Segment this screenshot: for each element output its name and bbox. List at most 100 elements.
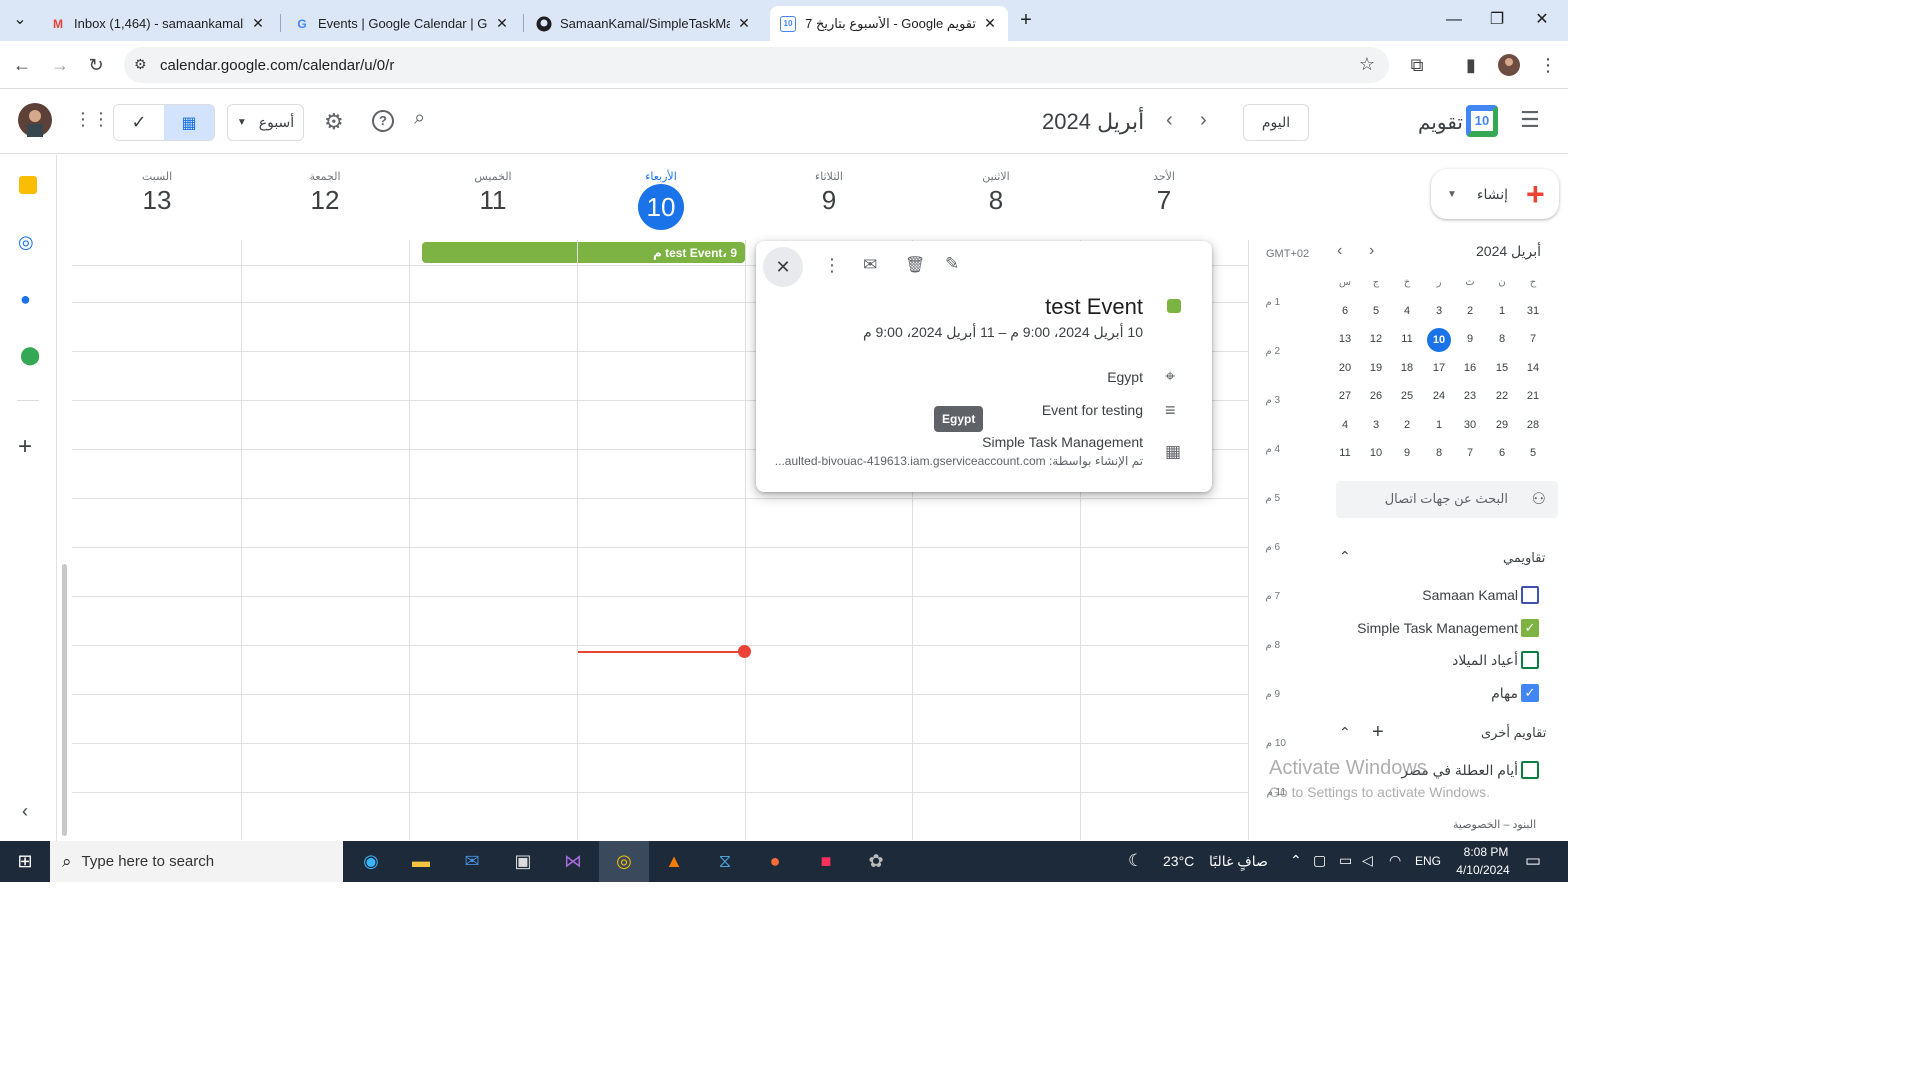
mini-day-cell[interactable]: 1 bbox=[1488, 300, 1516, 322]
calendar-mode-icon[interactable]: ▦ bbox=[164, 105, 214, 140]
url-text[interactable]: calendar.google.com/calendar/u/0/r bbox=[160, 57, 394, 74]
mini-day-cell[interactable]: 1 bbox=[1425, 414, 1453, 436]
mini-day-cell[interactable]: 7 bbox=[1519, 328, 1547, 350]
tab-events[interactable]: G Events | Google Calendar | Go ✕ bbox=[284, 6, 520, 41]
mini-day-cell[interactable]: 18 bbox=[1393, 357, 1421, 379]
site-info-icon[interactable]: ⚙ bbox=[134, 56, 147, 73]
wifi-icon[interactable]: ◠ bbox=[1389, 852, 1401, 869]
mini-day-cell[interactable]: 4 bbox=[1393, 300, 1421, 322]
day-header-tue[interactable]: الثلاثاء 9 bbox=[745, 170, 913, 216]
mini-next-chevron-icon[interactable]: › bbox=[1369, 242, 1374, 260]
event-location[interactable]: Egypt bbox=[1107, 369, 1143, 385]
mini-day-cell[interactable]: 30 bbox=[1456, 414, 1484, 436]
tab-search-icon[interactable]: ⌄ bbox=[8, 8, 32, 32]
mini-day-cell[interactable]: 22 bbox=[1488, 385, 1516, 407]
day-number-today[interactable]: 10 bbox=[638, 184, 684, 230]
mini-day-cell[interactable]: 4 bbox=[1331, 414, 1359, 436]
help-icon[interactable]: ? bbox=[372, 110, 394, 132]
tab-calendar-active[interactable]: 10 تقويم Google - الأسبوع بتاريخ 7 ✕ bbox=[770, 6, 1008, 41]
mini-day-cell[interactable]: 2 bbox=[1456, 300, 1484, 322]
side-panel-icon[interactable]: ▮ bbox=[1459, 53, 1483, 77]
store-icon[interactable]: ▣ bbox=[498, 841, 548, 882]
day-header-sat[interactable]: السبت 13 bbox=[73, 170, 241, 216]
day-number[interactable]: 7 bbox=[1080, 185, 1248, 216]
calendar-checkbox[interactable]: ✓ bbox=[1521, 684, 1539, 702]
mini-day-cell[interactable]: 16 bbox=[1456, 357, 1484, 379]
close-popup-button[interactable]: ✕ bbox=[763, 247, 803, 287]
minimize-button[interactable]: — bbox=[1442, 8, 1466, 32]
mini-day-cell[interactable]: 3 bbox=[1425, 300, 1453, 322]
mini-day-cell[interactable]: 28 bbox=[1519, 414, 1547, 436]
day-number[interactable]: 11 bbox=[409, 185, 577, 216]
collapse-chevron-icon[interactable]: ⌃ bbox=[1339, 724, 1351, 741]
mini-day-cell[interactable]: 7 bbox=[1456, 442, 1484, 464]
address-bar[interactable]: ⚙ calendar.google.com/calendar/u/0/r ☆ bbox=[124, 47, 1389, 83]
day-header-thu[interactable]: الخميس 11 bbox=[409, 170, 577, 216]
calendar-checkbox[interactable]: ✓ bbox=[1521, 619, 1539, 637]
mini-day-cell[interactable]: 25 bbox=[1393, 385, 1421, 407]
search-people-input[interactable]: البحث عن جهات اتصال ⚇ bbox=[1336, 481, 1558, 518]
mini-day-cell[interactable]: 15 bbox=[1488, 357, 1516, 379]
day-header-wed-today[interactable]: الأربعاء 10 bbox=[577, 170, 745, 230]
paint-icon[interactable]: ✿ bbox=[851, 841, 901, 882]
calendar-list-item[interactable]: ✓ مهام bbox=[1318, 681, 1558, 705]
create-button[interactable]: ▼ إنشاء + bbox=[1431, 169, 1559, 219]
day-number[interactable]: 8 bbox=[912, 185, 1080, 216]
edge-icon[interactable]: ◉ bbox=[346, 841, 396, 882]
add-calendar-icon[interactable]: + bbox=[1372, 721, 1384, 744]
email-guests-icon[interactable]: ✉ bbox=[863, 255, 877, 275]
settings-gear-icon[interactable]: ⚙ bbox=[324, 109, 344, 135]
contacts-icon[interactable]: ● bbox=[20, 289, 31, 310]
chrome-menu-icon[interactable]: ⋮ bbox=[1536, 53, 1560, 77]
prev-week-chevron-icon[interactable]: ‹ bbox=[1166, 109, 1173, 132]
mini-day-cell[interactable]: 31 bbox=[1519, 300, 1547, 322]
collapse-panel-icon[interactable]: ‹ bbox=[22, 801, 28, 822]
mini-day-cell[interactable]: 17 bbox=[1425, 357, 1453, 379]
show-hidden-icons-chevron[interactable]: ⌃ bbox=[1290, 852, 1302, 869]
bookmark-star-icon[interactable]: ☆ bbox=[1359, 54, 1375, 75]
edit-event-icon[interactable]: ✎ bbox=[945, 254, 959, 274]
chrome-icon[interactable]: ◎ bbox=[599, 841, 649, 882]
my-calendars-heading[interactable]: تقاويمي bbox=[1503, 550, 1545, 566]
calendar-list-item[interactable]: Samaan Kamal bbox=[1318, 583, 1558, 607]
mini-day-cell[interactable]: 5 bbox=[1519, 442, 1547, 464]
mini-day-cell[interactable]: 11 bbox=[1393, 328, 1421, 350]
mini-day-cell[interactable]: 8 bbox=[1488, 328, 1516, 350]
mini-day-cell[interactable]: 6 bbox=[1488, 442, 1516, 464]
mini-day-cell[interactable]: 14 bbox=[1519, 357, 1547, 379]
weather-text[interactable]: صافٍ غالبًا bbox=[1209, 853, 1268, 870]
account-avatar[interactable] bbox=[18, 103, 52, 142]
allday-event-chip[interactable]: test Event، 9 م bbox=[422, 242, 745, 263]
scrollbar[interactable] bbox=[62, 564, 67, 836]
close-icon[interactable]: ✕ bbox=[494, 15, 510, 32]
mini-day-cell[interactable]: 10 bbox=[1427, 328, 1451, 352]
delete-event-icon[interactable]: 🗑 bbox=[905, 255, 925, 275]
tasks-icon[interactable]: ◎ bbox=[18, 232, 34, 253]
notifications-icon[interactable]: ▭ bbox=[1525, 851, 1541, 871]
tab-gmail[interactable]: M Inbox (1,464) - samaankamal72 ✕ bbox=[40, 6, 276, 41]
mini-day-cell[interactable]: 13 bbox=[1331, 328, 1359, 350]
keep-icon[interactable] bbox=[19, 176, 37, 194]
ssms-icon[interactable]: ⧖ bbox=[700, 841, 750, 882]
mini-day-cell[interactable]: 23 bbox=[1456, 385, 1484, 407]
calendar-checkbox[interactable] bbox=[1521, 761, 1539, 779]
calendar-list-item[interactable]: ✓ Simple Task Management bbox=[1318, 616, 1558, 640]
close-icon[interactable]: ✕ bbox=[982, 15, 998, 32]
mini-day-cell[interactable]: 19 bbox=[1362, 357, 1390, 379]
tab-github[interactable]: SamaanKamal/SimpleTaskMana ✕ bbox=[526, 6, 762, 41]
mini-day-cell[interactable]: 9 bbox=[1393, 442, 1421, 464]
new-tab-button[interactable]: + bbox=[1014, 8, 1038, 32]
extensions-icon[interactable]: ⧉ bbox=[1405, 53, 1429, 77]
today-button[interactable]: اليوم bbox=[1243, 104, 1309, 141]
mini-day-cell[interactable]: 26 bbox=[1362, 385, 1390, 407]
main-menu-icon[interactable]: ☰ bbox=[1520, 107, 1540, 133]
volume-icon[interactable]: ◁ bbox=[1362, 852, 1373, 869]
day-header-sun[interactable]: الأحد 7 bbox=[1080, 170, 1248, 216]
day-number[interactable]: 9 bbox=[745, 185, 913, 216]
close-icon[interactable]: ✕ bbox=[250, 15, 266, 32]
language-indicator[interactable]: ENG bbox=[1415, 854, 1441, 868]
profile-avatar[interactable] bbox=[1497, 53, 1521, 77]
weather-temp[interactable]: 23°C bbox=[1163, 853, 1194, 869]
other-calendars-heading[interactable]: تقاويم أخرى bbox=[1481, 725, 1546, 741]
mini-day-cell[interactable]: 24 bbox=[1425, 385, 1453, 407]
